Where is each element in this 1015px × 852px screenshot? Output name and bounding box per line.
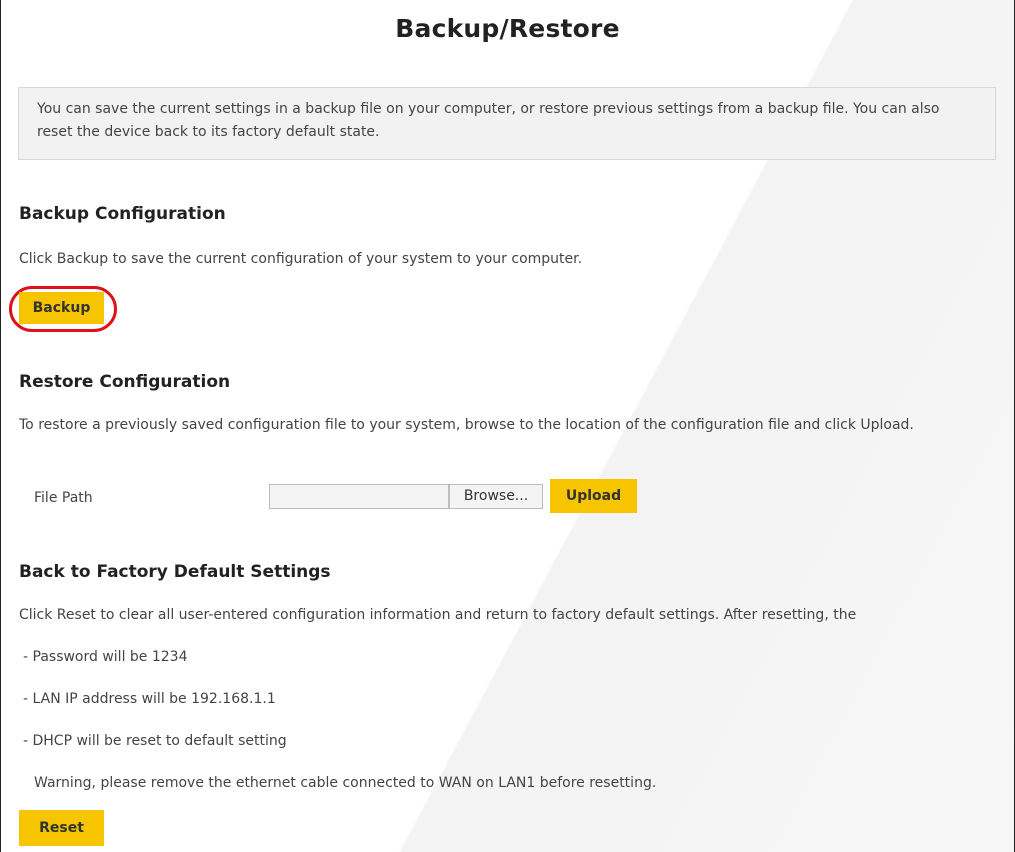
restore-description: To restore a previously saved configurat… [19,417,914,433]
restore-section-title: Restore Configuration [19,372,231,392]
factory-item-dhcp: - DHCP will be reset to default setting [23,733,287,749]
backup-button[interactable]: Backup [19,292,104,324]
backup-section-title: Backup Configuration [19,204,226,224]
reset-button[interactable]: Reset [19,810,104,846]
file-path-label: File Path [34,490,93,506]
factory-section-title: Back to Factory Default Settings [19,562,331,582]
factory-item-password: - Password will be 1234 [23,649,188,665]
browse-button[interactable]: Browse... [449,484,543,509]
factory-warning: Warning, please remove the ethernet cabl… [34,775,657,791]
backup-restore-page: Backup/Restore You can save the current … [0,0,1015,852]
page-title: Backup/Restore [395,14,620,43]
info-box: You can save the current settings in a b… [18,87,996,160]
intro-text: You can save the current settings in a b… [37,101,940,140]
file-path-input[interactable] [269,484,449,509]
factory-description: Click Reset to clear all user-entered co… [19,607,857,623]
factory-item-lan-ip: - LAN IP address will be 192.168.1.1 [23,691,276,707]
upload-button[interactable]: Upload [550,479,637,513]
backup-description: Click Backup to save the current configu… [19,251,583,267]
